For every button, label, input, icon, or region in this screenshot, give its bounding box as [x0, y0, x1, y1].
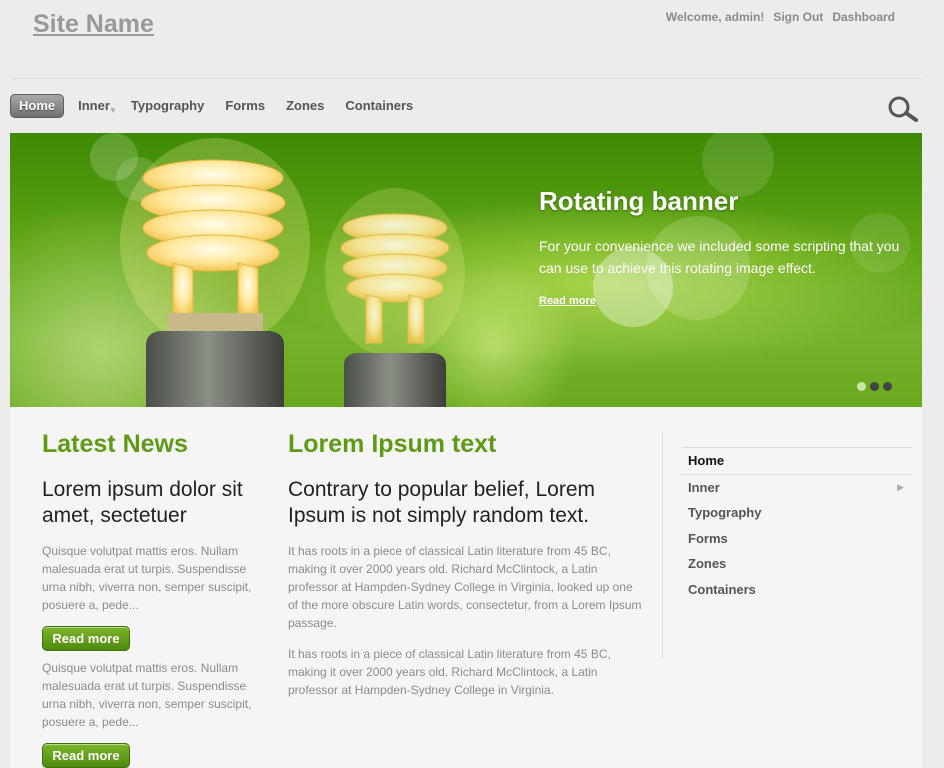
nav-item-label: Inner: [78, 98, 110, 113]
banner-dot-3[interactable]: [883, 382, 892, 391]
sidebar-menu: Home Inner ▶ Typography Forms Zones Cont…: [681, 447, 912, 602]
read-more-button[interactable]: Read more: [42, 743, 130, 768]
site-name[interactable]: Site Name: [33, 10, 154, 39]
banner-dot-1[interactable]: [857, 382, 866, 391]
sidebar-item-forms[interactable]: Forms: [681, 526, 912, 552]
banner-description: For your convenience we included some sc…: [539, 238, 900, 276]
user-bar: Welcome, admin! Sign Out Dashboard: [666, 10, 895, 24]
header-divider: [10, 78, 922, 79]
read-more-button[interactable]: Read more: [42, 626, 130, 651]
nav-item-zones[interactable]: Zones: [286, 93, 324, 118]
sidebar-item-zones[interactable]: Zones: [681, 551, 912, 577]
nav-item-forms[interactable]: Forms: [225, 93, 265, 118]
banner-dot-2[interactable]: [870, 382, 879, 391]
sidebar-item-label: Inner: [688, 479, 720, 495]
banner-read-more-link[interactable]: Read more: [539, 295, 596, 307]
sidebar-item-inner[interactable]: Inner ▶: [681, 475, 912, 501]
sign-out-link[interactable]: Sign Out: [773, 10, 823, 24]
nav-item-typography[interactable]: Typography: [131, 93, 204, 118]
main-nav: Home Inner ▼ Typography Forms Zones Cont…: [10, 93, 434, 118]
dashboard-link[interactable]: Dashboard: [832, 10, 895, 24]
latest-news-title: Latest News: [42, 430, 188, 458]
magnifier-icon: [888, 96, 918, 122]
content-area: Latest News Lorem ipsum dolor sit amet, …: [10, 407, 922, 768]
lorem-paragraph-1: It has roots in a piece of classical Lat…: [288, 544, 642, 630]
lorem-paragraph-2: It has roots in a piece of classical Lat…: [288, 647, 611, 697]
nav-item-containers[interactable]: Containers: [345, 93, 413, 118]
nav-item-inner[interactable]: Inner ▼: [78, 93, 117, 118]
banner-title: Rotating banner: [539, 186, 739, 216]
chevron-right-icon: ▶: [897, 481, 904, 492]
column-divider: [662, 431, 663, 659]
rotating-banner: Rotating banner For your convenience we …: [10, 133, 922, 407]
submenu-arrow-icon: ▼: [109, 106, 117, 115]
news-item-text: Quisque volutpat mattis eros. Nullam mal…: [42, 661, 252, 729]
welcome-text: Welcome, admin!: [665, 10, 765, 24]
sidebar-item-typography[interactable]: Typography: [681, 500, 912, 526]
news-item-text: Quisque volutpat mattis eros. Nullam mal…: [42, 544, 252, 612]
nav-item-home[interactable]: Home: [10, 93, 65, 118]
sidebar-item-home[interactable]: Home: [681, 447, 912, 475]
search-button[interactable]: [886, 95, 920, 123]
lorem-ipsum-title: Lorem Ipsum text: [288, 430, 497, 458]
banner-pager: [857, 382, 892, 391]
lorem-ipsum-headline: Contrary to popular belief, Lorem Ipsum …: [288, 478, 595, 527]
sidebar-item-containers[interactable]: Containers: [681, 577, 912, 603]
latest-news-headline: Lorem ipsum dolor sit amet, sectetuer: [42, 478, 243, 527]
